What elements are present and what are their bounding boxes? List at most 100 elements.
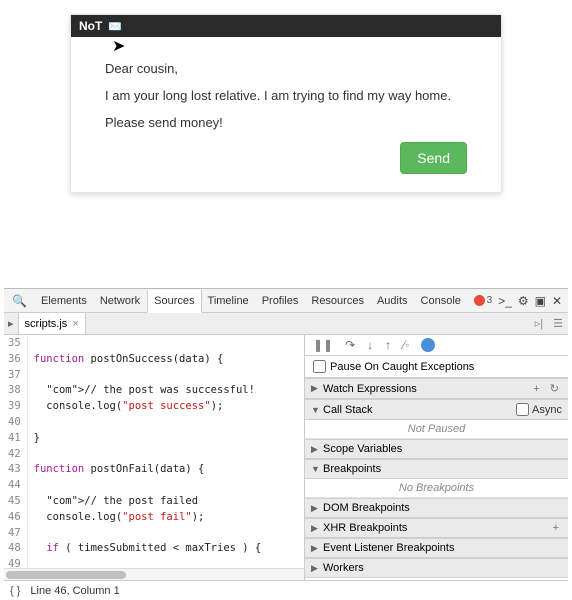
section-label: Watch Expressions (323, 383, 417, 395)
tab-profiles[interactable]: Profiles (256, 289, 306, 312)
horizontal-scrollbar[interactable] (4, 568, 304, 580)
pretty-print-icon[interactable]: { } (10, 585, 20, 597)
section-xhr-bp[interactable]: ▶ XHR Breakpoints + (305, 518, 568, 538)
chevron-right-icon: ▶ (311, 383, 319, 394)
line-number: 43 (8, 462, 21, 478)
code-pane: 3536373839404142434445464748495051525354… (4, 335, 305, 580)
code-line (34, 478, 304, 494)
tab-audits[interactable]: Audits (371, 289, 415, 312)
tab-sources[interactable]: Sources (147, 290, 201, 313)
chevron-down-icon: ▼ (311, 464, 319, 474)
section-label: XHR Breakpoints (323, 522, 407, 534)
line-number: 44 (8, 478, 21, 494)
panel-toggle-icon[interactable]: ▸ (4, 313, 19, 334)
section-label: Breakpoints (323, 463, 381, 475)
line-number: 39 (8, 399, 21, 415)
history-back-icon[interactable]: ▹| (530, 317, 548, 330)
pause-caught-row: Pause On Caught Exceptions (305, 356, 568, 378)
line-number: 38 (8, 383, 21, 399)
mail-icon: ✉️ (108, 20, 122, 33)
code-line (34, 336, 304, 352)
pause-on-exceptions-icon[interactable] (421, 338, 435, 352)
add-icon[interactable]: + (530, 383, 542, 395)
add-icon[interactable]: + (550, 522, 562, 534)
section-label: Workers (323, 562, 364, 574)
line-number: 35 (8, 336, 21, 352)
close-icon[interactable]: ✕ (552, 294, 562, 308)
code-line (34, 368, 304, 384)
line-number: 42 (8, 447, 21, 463)
gear-icon[interactable]: ⚙ (518, 294, 529, 308)
step-into-icon[interactable]: ↓ (367, 338, 373, 352)
debug-controls: ❚❚ ↷ ↓ ↑ ⁄◦ (305, 335, 568, 356)
tab-network[interactable]: Network (94, 289, 147, 312)
pause-icon[interactable]: ❚❚ (313, 338, 333, 352)
code-line: if ( timesSubmitted < maxTries ) { (34, 541, 304, 557)
drawer-toggle-icon[interactable]: >_ (498, 294, 512, 308)
line-number: 47 (8, 526, 21, 542)
scrollbar-thumb[interactable] (6, 571, 126, 579)
dock-icon[interactable]: ▣ (535, 294, 546, 308)
code-line (34, 415, 304, 431)
section-dom-bp[interactable]: ▶ DOM Breakpoints (305, 498, 568, 518)
line-number: 45 (8, 494, 21, 510)
code-line: "com">// the post was successful! (34, 383, 304, 399)
email-line2: Please send money! (105, 115, 467, 130)
line-number: 41 (8, 431, 21, 447)
tab-resources[interactable]: Resources (305, 289, 371, 312)
section-scope[interactable]: ▶ Scope Variables (305, 439, 568, 459)
chevron-right-icon: ▶ (311, 543, 319, 554)
code-line: "com">// the post failed (34, 494, 304, 510)
tab-console[interactable]: Console (415, 289, 468, 312)
section-callstack[interactable]: ▼ Call Stack Async (305, 399, 568, 420)
code-line (34, 526, 304, 542)
line-number: 37 (8, 368, 21, 384)
tab-timeline[interactable]: Timeline (202, 289, 256, 312)
email-body: Dear cousin, I am your long lost relativ… (71, 37, 501, 192)
code-line: } (34, 431, 304, 447)
code-editor[interactable]: 3536373839404142434445464748495051525354… (4, 335, 304, 568)
code-line: function postOnSuccess(data) { (34, 352, 304, 368)
section-label: Scope Variables (323, 443, 402, 455)
file-tab[interactable]: scripts.js × (19, 313, 86, 334)
email-app: NoT ✉️ Dear cousin, I am your long lost … (70, 14, 502, 193)
callstack-body: Not Paused (305, 420, 568, 439)
devtools-toolbar: 🔍 ElementsNetworkSourcesTimelineProfiles… (4, 289, 568, 313)
search-icon[interactable]: 🔍 (4, 294, 35, 308)
email-line1: I am your long lost relative. I am tryin… (105, 88, 467, 103)
file-tab-label: scripts.js (25, 318, 68, 330)
tab-elements[interactable]: Elements (35, 289, 94, 312)
chevron-right-icon: ▶ (311, 523, 319, 534)
list-icon[interactable]: ☰ (548, 317, 568, 330)
line-number: 49 (8, 557, 21, 568)
code-line: function postOnFail(data) { (34, 462, 304, 478)
async-checkbox[interactable] (516, 403, 529, 416)
close-icon[interactable]: × (72, 318, 78, 330)
breakpoints-body: No Breakpoints (305, 479, 568, 498)
refresh-icon[interactable]: ↻ (547, 382, 562, 395)
debugger-sidebar: ❚❚ ↷ ↓ ↑ ⁄◦ Pause On Caught Exceptions ▶… (305, 335, 568, 580)
brand-label: NoT (79, 19, 102, 33)
file-tabs-row: ▸ scripts.js × ▹| ☰ (4, 313, 568, 335)
code-line (34, 557, 304, 568)
line-number: 46 (8, 510, 21, 526)
statusbar: { } Line 46, Column 1 (4, 580, 568, 600)
section-watch[interactable]: ▶ Watch Expressions + ↻ (305, 378, 568, 399)
step-over-icon[interactable]: ↷ (345, 338, 355, 352)
cursor-position: Line 46, Column 1 (30, 585, 119, 597)
line-number: 40 (8, 415, 21, 431)
send-button[interactable]: Send (400, 142, 467, 174)
pause-caught-checkbox[interactable] (313, 360, 326, 373)
devtools-panel: 🔍 ElementsNetworkSourcesTimelineProfiles… (4, 288, 568, 600)
step-out-icon[interactable]: ↑ (385, 338, 391, 352)
section-breakpoints[interactable]: ▼ Breakpoints (305, 459, 568, 479)
section-workers[interactable]: ▶ Workers (305, 558, 568, 578)
deactivate-breakpoints-icon[interactable]: ⁄◦ (403, 338, 409, 352)
async-label: Async (532, 404, 562, 416)
app-header: NoT ✉️ (71, 15, 501, 37)
section-event-bp[interactable]: ▶ Event Listener Breakpoints (305, 538, 568, 558)
pause-caught-label: Pause On Caught Exceptions (330, 361, 474, 373)
error-count[interactable]: 3 (474, 295, 493, 306)
code-line (34, 447, 304, 463)
line-gutter: 3536373839404142434445464748495051525354… (4, 335, 28, 568)
